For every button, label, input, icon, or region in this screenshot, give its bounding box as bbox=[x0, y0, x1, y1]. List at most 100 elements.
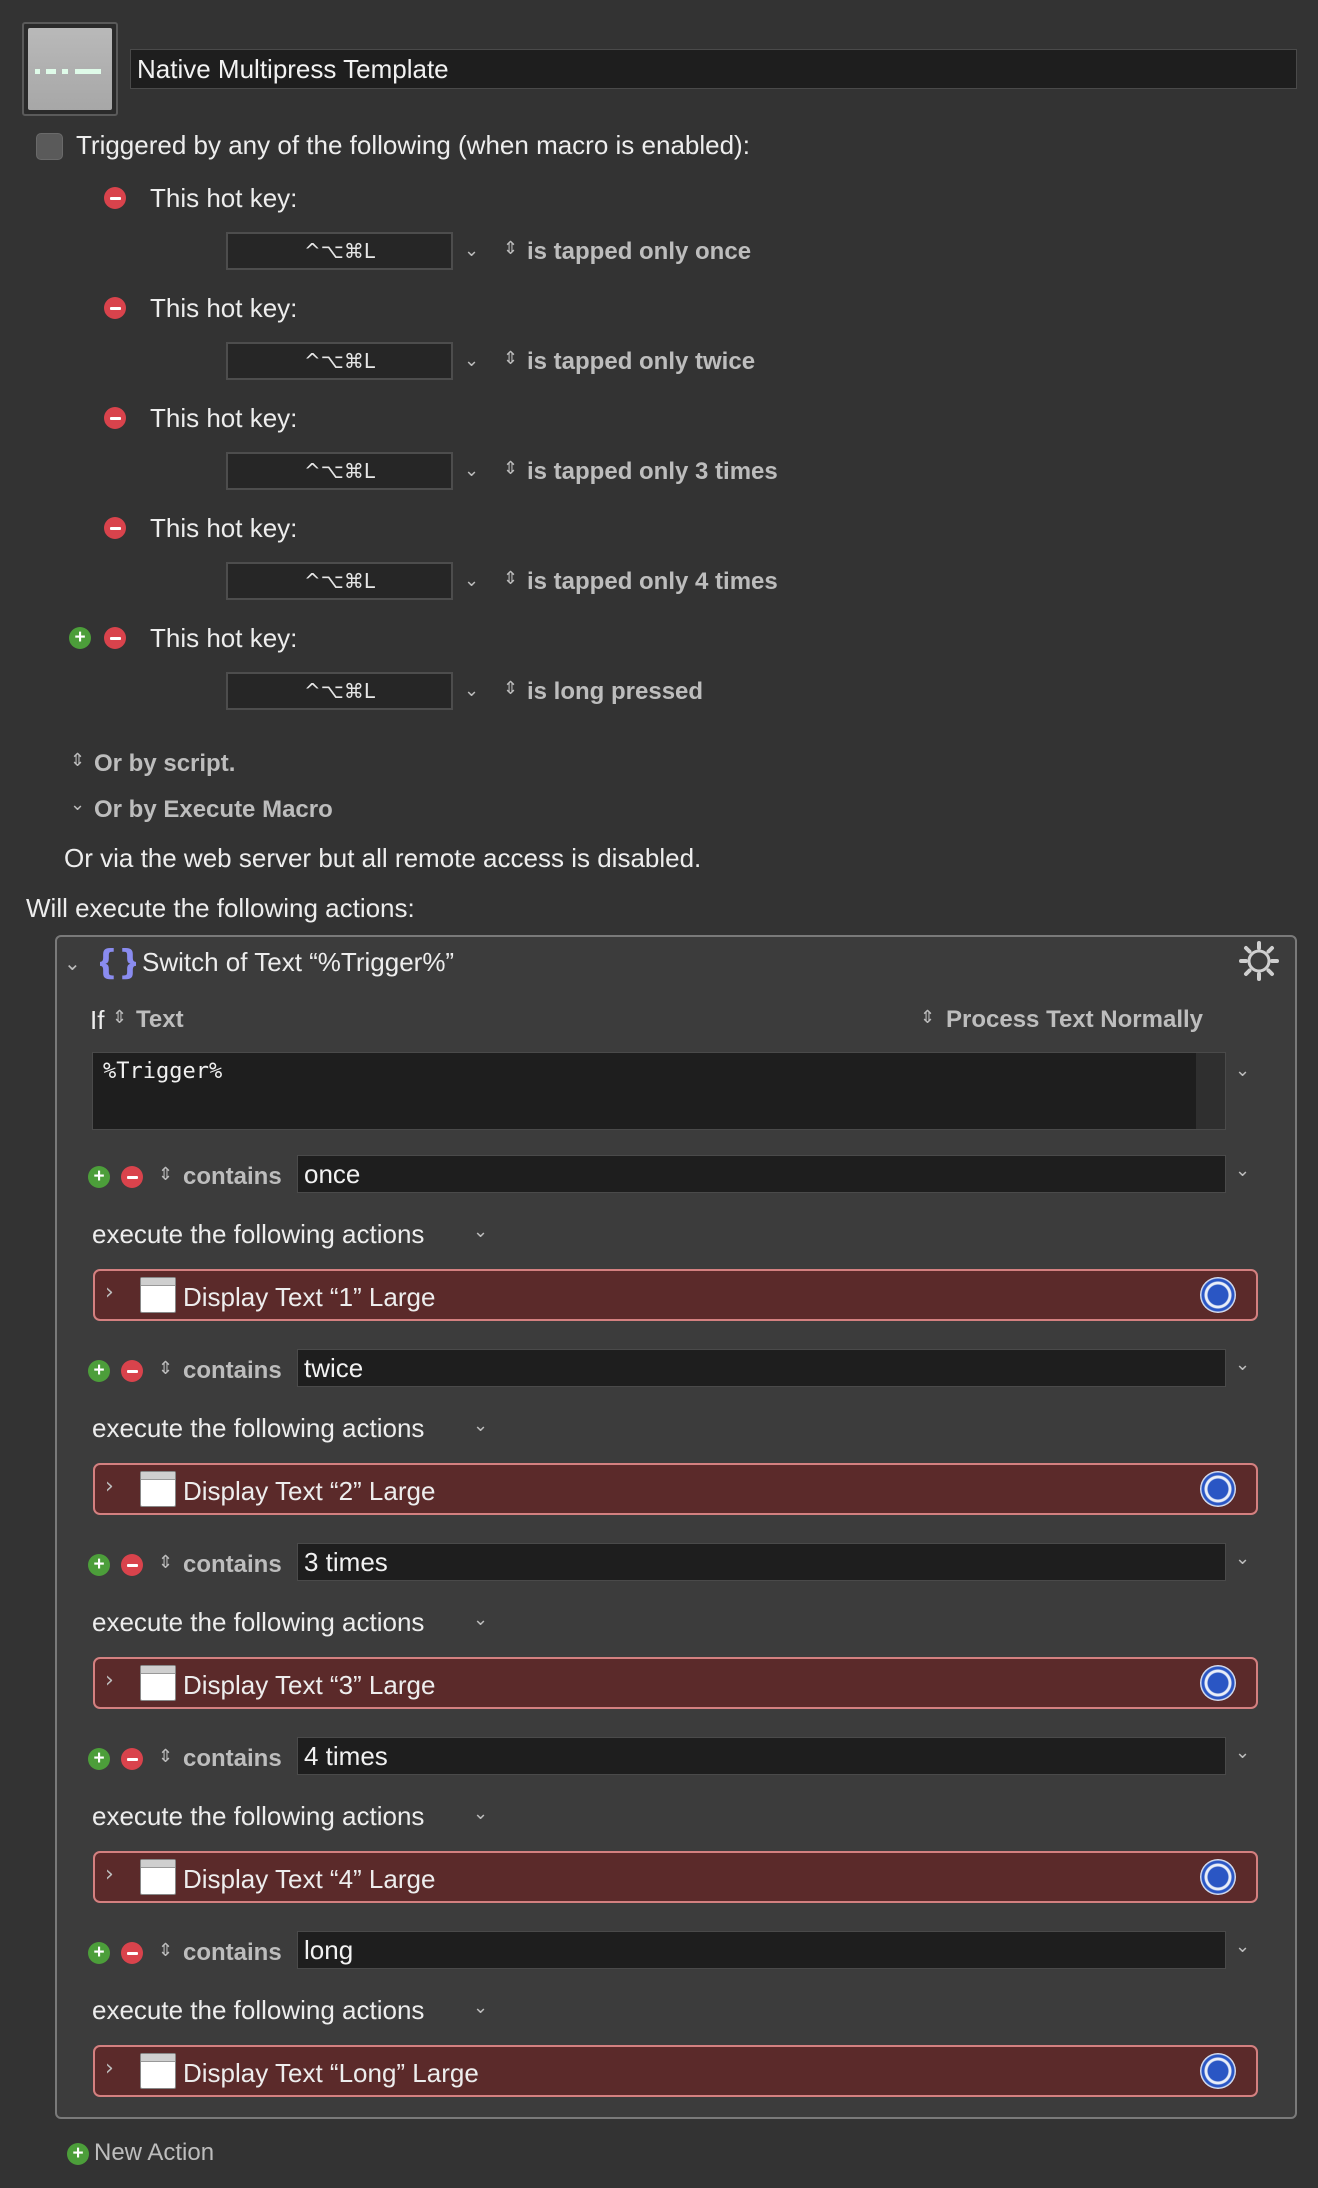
gear-icon[interactable] bbox=[1238, 940, 1280, 982]
display-window-icon bbox=[140, 1277, 176, 1313]
new-action-label[interactable]: New Action bbox=[94, 2139, 214, 2167]
chevron-down-icon[interactable]: ⌄ bbox=[473, 1221, 488, 1242]
sub-action-row[interactable]: › Display Text “4” Large bbox=[93, 1851, 1258, 1903]
macro-icon[interactable] bbox=[22, 22, 118, 116]
case-operator-select[interactable]: contains bbox=[183, 1163, 282, 1191]
collapse-chevron-icon[interactable]: ⌄ bbox=[64, 951, 81, 975]
chevron-down-icon[interactable]: ⌄ bbox=[70, 794, 85, 815]
switch-text-area[interactable]: %Trigger% bbox=[92, 1052, 1226, 1130]
chevron-down-icon[interactable]: ⌄ bbox=[473, 1415, 488, 1436]
up-down-chevron-icon[interactable]: ⇕ bbox=[503, 678, 518, 699]
up-down-chevron-icon[interactable]: ⇕ bbox=[158, 1940, 173, 1961]
chevron-down-icon[interactable]: ⌄ bbox=[473, 1609, 488, 1630]
trigger-enabled-checkbox[interactable] bbox=[36, 133, 63, 160]
chevron-down-icon[interactable]: ⌄ bbox=[473, 1997, 488, 2018]
expand-chevron-icon[interactable]: › bbox=[105, 1280, 114, 1305]
chevron-down-icon[interactable]: ⌄ bbox=[473, 1803, 488, 1824]
up-down-chevron-icon[interactable]: ⇕ bbox=[158, 1164, 173, 1185]
case-operator-select[interactable]: contains bbox=[183, 1745, 282, 1773]
add-case-button[interactable] bbox=[88, 1748, 110, 1770]
remove-trigger-button[interactable] bbox=[104, 517, 126, 539]
new-action-button[interactable] bbox=[67, 2143, 89, 2165]
chevron-down-icon[interactable]: ⌄ bbox=[1235, 1936, 1250, 1957]
up-down-chevron-icon[interactable]: ⇕ bbox=[112, 1007, 127, 1028]
chevron-down-icon[interactable]: ⌄ bbox=[1235, 1742, 1250, 1763]
add-case-button[interactable] bbox=[88, 1360, 110, 1382]
add-case-button[interactable] bbox=[88, 1942, 110, 1964]
remove-case-button[interactable] bbox=[121, 1360, 143, 1382]
case-operator-select[interactable]: contains bbox=[183, 1551, 282, 1579]
add-case-button[interactable] bbox=[88, 1554, 110, 1576]
source-select[interactable]: Text bbox=[136, 1006, 184, 1034]
remove-trigger-button[interactable] bbox=[104, 407, 126, 429]
chevron-down-icon[interactable]: ⌄ bbox=[1235, 1354, 1250, 1375]
remove-case-button[interactable] bbox=[121, 1748, 143, 1770]
text-area-scrollbar[interactable] bbox=[1196, 1053, 1225, 1129]
sub-action-row[interactable]: › Display Text “1” Large bbox=[93, 1269, 1258, 1321]
up-down-chevron-icon[interactable]: ⇕ bbox=[503, 348, 518, 369]
case-operator-select[interactable]: contains bbox=[183, 1939, 282, 1967]
hotkey-mode-select[interactable]: is tapped only twice bbox=[527, 348, 755, 376]
gear-icon[interactable] bbox=[1200, 1471, 1236, 1507]
chevron-down-icon[interactable]: ⌄ bbox=[464, 350, 479, 371]
hotkey-field[interactable]: ^⌥⌘L bbox=[226, 342, 453, 380]
sub-action-row[interactable]: › Display Text “2” Large bbox=[93, 1463, 1258, 1515]
chevron-down-icon[interactable]: ⌄ bbox=[1235, 1548, 1250, 1569]
chevron-down-icon[interactable]: ⌄ bbox=[464, 240, 479, 261]
chevron-down-icon[interactable]: ⌄ bbox=[1235, 1160, 1250, 1181]
chevron-down-icon[interactable]: ⌄ bbox=[464, 460, 479, 481]
remove-case-button[interactable] bbox=[121, 1166, 143, 1188]
sub-action-row[interactable]: › Display Text “Long” Large bbox=[93, 2045, 1258, 2097]
up-down-chevron-icon[interactable]: ⇕ bbox=[158, 1746, 173, 1767]
remove-trigger-button[interactable] bbox=[104, 627, 126, 649]
up-down-chevron-icon[interactable]: ⇕ bbox=[503, 458, 518, 479]
hotkey-mode-select[interactable]: is tapped only 3 times bbox=[527, 458, 778, 486]
gear-icon[interactable] bbox=[1200, 1277, 1236, 1313]
case-value-field[interactable]: twice bbox=[297, 1349, 1226, 1387]
hotkey-field[interactable]: ^⌥⌘L bbox=[226, 672, 453, 710]
or-by-execute-macro-menu[interactable]: Or by Execute Macro bbox=[94, 796, 333, 824]
gear-icon[interactable] bbox=[1200, 2053, 1236, 2089]
hotkey-field[interactable]: ^⌥⌘L bbox=[226, 562, 453, 600]
case-value-field[interactable]: 3 times bbox=[297, 1543, 1226, 1581]
case-operator-select[interactable]: contains bbox=[183, 1357, 282, 1385]
actions-header: Will execute the following actions: bbox=[26, 893, 415, 923]
add-trigger-button[interactable] bbox=[69, 627, 91, 649]
case-value-field[interactable]: 4 times bbox=[297, 1737, 1226, 1775]
macro-name-field[interactable]: Native Multipress Template bbox=[130, 49, 1297, 89]
up-down-chevron-icon[interactable]: ⇕ bbox=[503, 568, 518, 589]
remove-case-button[interactable] bbox=[121, 1942, 143, 1964]
or-by-script-menu[interactable]: Or by script. bbox=[94, 750, 235, 778]
add-case-button[interactable] bbox=[88, 1166, 110, 1188]
hotkey-field[interactable]: ^⌥⌘L bbox=[226, 452, 453, 490]
chevron-down-icon[interactable]: ⌄ bbox=[1235, 1060, 1250, 1081]
hotkey-mode-select[interactable]: is long pressed bbox=[527, 678, 703, 706]
expand-chevron-icon[interactable]: › bbox=[105, 1668, 114, 1693]
display-window-icon bbox=[140, 1471, 176, 1507]
up-down-chevron-icon[interactable]: ⇕ bbox=[158, 1552, 173, 1573]
process-text-select[interactable]: Process Text Normally bbox=[946, 1006, 1203, 1034]
gear-icon[interactable] bbox=[1200, 1665, 1236, 1701]
expand-chevron-icon[interactable]: › bbox=[105, 2056, 114, 2081]
chevron-down-icon[interactable]: ⌄ bbox=[464, 570, 479, 591]
remove-trigger-button[interactable] bbox=[104, 187, 126, 209]
hotkey-label: This hot key: bbox=[150, 623, 298, 653]
switch-action-title[interactable]: Switch of Text “%Trigger%” bbox=[142, 947, 454, 978]
case-value-field[interactable]: long bbox=[297, 1931, 1226, 1969]
case-value-field[interactable]: once bbox=[297, 1155, 1226, 1193]
chevron-down-icon[interactable]: ⌄ bbox=[464, 680, 479, 701]
up-down-chevron-icon[interactable]: ⇕ bbox=[503, 238, 518, 259]
hotkey-mode-select[interactable]: is tapped only once bbox=[527, 238, 751, 266]
gear-icon[interactable] bbox=[1200, 1859, 1236, 1895]
remove-trigger-button[interactable] bbox=[104, 297, 126, 319]
up-down-chevron-icon[interactable]: ⇕ bbox=[920, 1007, 935, 1028]
hotkey-label: This hot key: bbox=[150, 513, 298, 543]
up-down-chevron-icon[interactable]: ⇕ bbox=[158, 1358, 173, 1379]
hotkey-field[interactable]: ^⌥⌘L bbox=[226, 232, 453, 270]
expand-chevron-icon[interactable]: › bbox=[105, 1862, 114, 1887]
up-down-chevron-icon[interactable]: ⇕ bbox=[70, 750, 85, 771]
remove-case-button[interactable] bbox=[121, 1554, 143, 1576]
hotkey-mode-select[interactable]: is tapped only 4 times bbox=[527, 568, 778, 596]
sub-action-row[interactable]: › Display Text “3” Large bbox=[93, 1657, 1258, 1709]
expand-chevron-icon[interactable]: › bbox=[105, 1474, 114, 1499]
